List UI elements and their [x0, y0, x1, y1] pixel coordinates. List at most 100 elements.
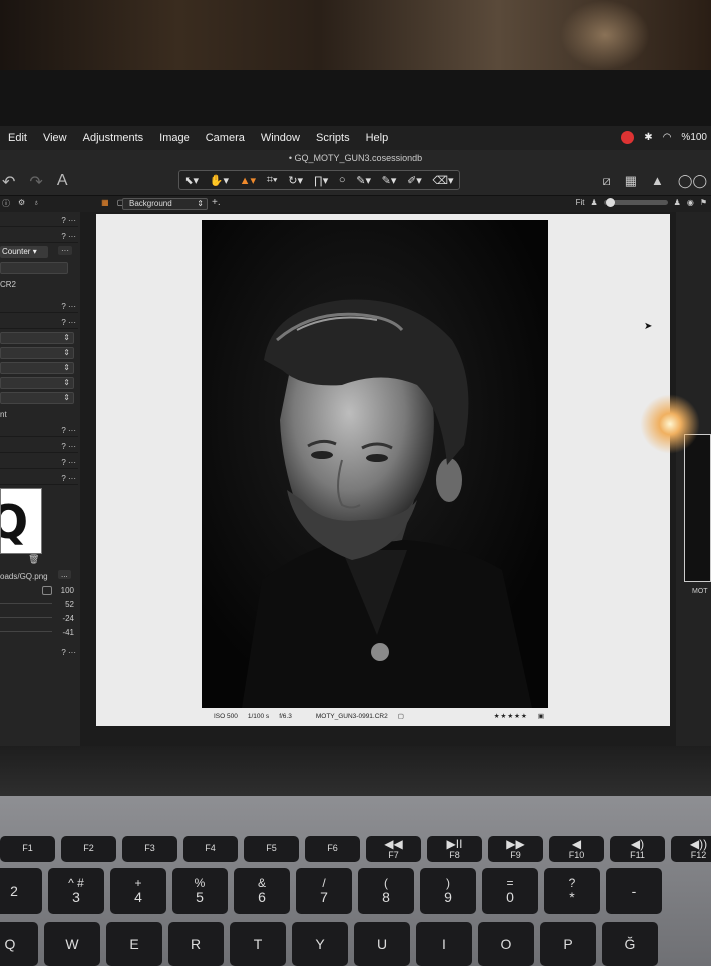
keyboard-key[interactable]: (8 — [358, 868, 414, 914]
wifi-icon[interactable]: ◠ — [663, 132, 672, 143]
fit-label[interactable]: Fit — [576, 198, 585, 207]
background-select[interactable]: Background ⇕ — [122, 198, 208, 210]
menu-camera[interactable]: Camera — [198, 132, 253, 144]
proof-glasses-icon[interactable]: ◯◯ — [678, 173, 707, 189]
zoom-slider-thumb[interactable] — [605, 198, 615, 207]
menu-window[interactable]: Window — [253, 132, 308, 144]
navigator-preview[interactable] — [684, 434, 711, 582]
opacity-value[interactable]: 100 — [50, 586, 80, 595]
keyboard-key[interactable]: % 5 — [172, 868, 228, 914]
menu-adjustments[interactable]: Adjustments — [75, 132, 152, 144]
keyboard-key[interactable]: ◀ F10 — [549, 836, 604, 862]
exposure-icon[interactable]: ⚑ — [700, 198, 707, 207]
tool-row[interactable]: ? ··· — [0, 472, 78, 485]
keyboard-key[interactable]: ? * — [544, 868, 600, 914]
scale-value[interactable]: 52 — [50, 600, 80, 609]
keyboard-key[interactable]: O — [478, 922, 534, 966]
tool-row[interactable]: ? ··· — [0, 646, 78, 659]
rotate-tool-icon[interactable]: ↻▾ — [288, 174, 303, 187]
eraser-tool-icon[interactable]: ⌫▾ — [433, 174, 454, 187]
keyboard-key[interactable]: /7 — [296, 868, 352, 914]
layer-row[interactable]: ? ··· — [0, 230, 78, 243]
keyboard-key[interactable]: Q — [0, 922, 38, 966]
loupe-tool-icon[interactable]: ▲▾ — [240, 174, 256, 187]
keyboard-key[interactable]: = 0 — [482, 868, 538, 914]
tool-row[interactable]: ? ··· — [0, 316, 78, 329]
settings-gear-icon[interactable]: ⚙ — [18, 198, 25, 209]
eye-icon[interactable]: ◉ — [687, 198, 694, 207]
crop-tool-icon[interactable]: ⌗▾ — [267, 174, 278, 187]
redo-icon[interactable]: ↷ — [29, 172, 42, 192]
bluetooth-icon[interactable]: ✱ — [644, 132, 652, 143]
keyboard-key[interactable]: +4 — [110, 868, 166, 914]
name-field[interactable] — [0, 262, 68, 274]
zoom-slider[interactable] — [603, 198, 668, 207]
keyboard-key[interactable]: ) 9 — [420, 868, 476, 914]
viewer-canvas[interactable]: ISO 500 1/100 s f/6.3 MOTY_GUN3-0991.CR2… — [96, 214, 670, 726]
help-icon[interactable]: ? ··· — [61, 216, 76, 225]
keyboard-key[interactable]: F5 — [244, 836, 299, 862]
select-tool-icon[interactable]: ⬉▾ — [184, 174, 199, 187]
keystone-tool-icon[interactable]: ∏▾ — [314, 174, 329, 187]
help-icon[interactable]: ? ··· — [61, 458, 76, 467]
help-icon[interactable]: ? ··· — [61, 442, 76, 451]
overlay-more-button[interactable]: ... — [58, 570, 71, 579]
tool-row[interactable]: ? ··· — [0, 424, 78, 437]
keyboard-key[interactable]: R — [168, 922, 224, 966]
tool-tab-icon[interactable]: ♁ — [33, 198, 39, 209]
keyboard-key[interactable]: ◀) F11 — [610, 836, 665, 862]
help-icon[interactable]: ? ··· — [61, 232, 76, 241]
keyboard-key[interactable]: F3 — [122, 836, 177, 862]
counter-dropdown[interactable]: Counter ▾ — [0, 246, 48, 258]
creative-cloud-icon[interactable] — [621, 131, 635, 144]
edit-mask-icon[interactable]: ⧄ — [602, 173, 610, 189]
option-select[interactable]: ⇕ — [0, 332, 74, 344]
add-layer-icon[interactable]: +. — [212, 197, 221, 208]
keyboard-key[interactable]: ▶▶ F9 — [488, 836, 543, 862]
keyboard-key[interactable]: T — [230, 922, 286, 966]
vertical-value[interactable]: -41 — [50, 628, 80, 637]
keyboard-key[interactable]: Y — [292, 922, 348, 966]
slider-track[interactable] — [0, 631, 52, 632]
keyboard-key[interactable]: F6 — [305, 836, 360, 862]
battery-percent[interactable]: %100 — [681, 132, 707, 143]
keyboard-key[interactable]: & 6 — [234, 868, 290, 914]
keyboard-key[interactable]: W — [44, 922, 100, 966]
keyboard-key[interactable]: U — [354, 922, 410, 966]
keyboard-key[interactable]: F1 — [0, 836, 55, 862]
color-tag-box[interactable]: ▢ — [398, 712, 404, 720]
brush-tool-icon[interactable]: ✎▾ — [382, 174, 397, 187]
text-tool-button[interactable]: A — [57, 172, 68, 192]
slider-track[interactable] — [0, 617, 52, 618]
exposure-warning-icon[interactable]: ▲ — [651, 173, 664, 189]
keyboard-key[interactable]: Ğ — [602, 922, 658, 966]
spot-removal-icon[interactable]: ○ — [339, 174, 346, 186]
tool-row[interactable]: ? ··· — [0, 300, 78, 313]
option-select[interactable]: ⇕ — [0, 377, 74, 389]
menu-image[interactable]: Image — [151, 132, 198, 144]
help-icon[interactable]: ? ··· — [61, 648, 76, 657]
keyboard-key[interactable]: I — [416, 922, 472, 966]
pan-tool-icon[interactable]: ✋▾ — [210, 174, 229, 187]
menu-view[interactable]: View — [35, 132, 75, 144]
help-icon[interactable]: ? ··· — [61, 302, 76, 311]
gq-overlay-thumbnail[interactable]: Q — [0, 488, 42, 554]
slider-track[interactable] — [0, 603, 52, 604]
tool-row[interactable]: ? ··· — [0, 456, 78, 469]
menu-scripts[interactable]: Scripts — [308, 132, 358, 144]
gradient-tool-icon[interactable]: ✐▾ — [407, 174, 422, 187]
option-select[interactable]: ⇕ — [0, 392, 74, 404]
grid-view-icon[interactable]: ▦ — [101, 198, 109, 209]
keyboard-key[interactable]: - — [606, 868, 662, 914]
keyboard-key[interactable]: 2 — [0, 868, 42, 914]
star-rating[interactable]: ★★★★★ — [494, 712, 528, 720]
menu-edit[interactable]: Edit — [0, 132, 35, 144]
option-select[interactable]: ⇕ — [0, 362, 74, 374]
horizontal-value[interactable]: -24 — [50, 614, 80, 623]
tool-row[interactable]: ? ··· — [0, 440, 78, 453]
option-select[interactable]: ⇕ — [0, 347, 74, 359]
counter-more-button[interactable]: ··· — [58, 246, 72, 255]
color-picker-icon[interactable]: ✎▾ — [356, 174, 371, 187]
trash-icon[interactable]: 🗑 — [28, 554, 39, 565]
keyboard-key[interactable]: F4 — [183, 836, 238, 862]
